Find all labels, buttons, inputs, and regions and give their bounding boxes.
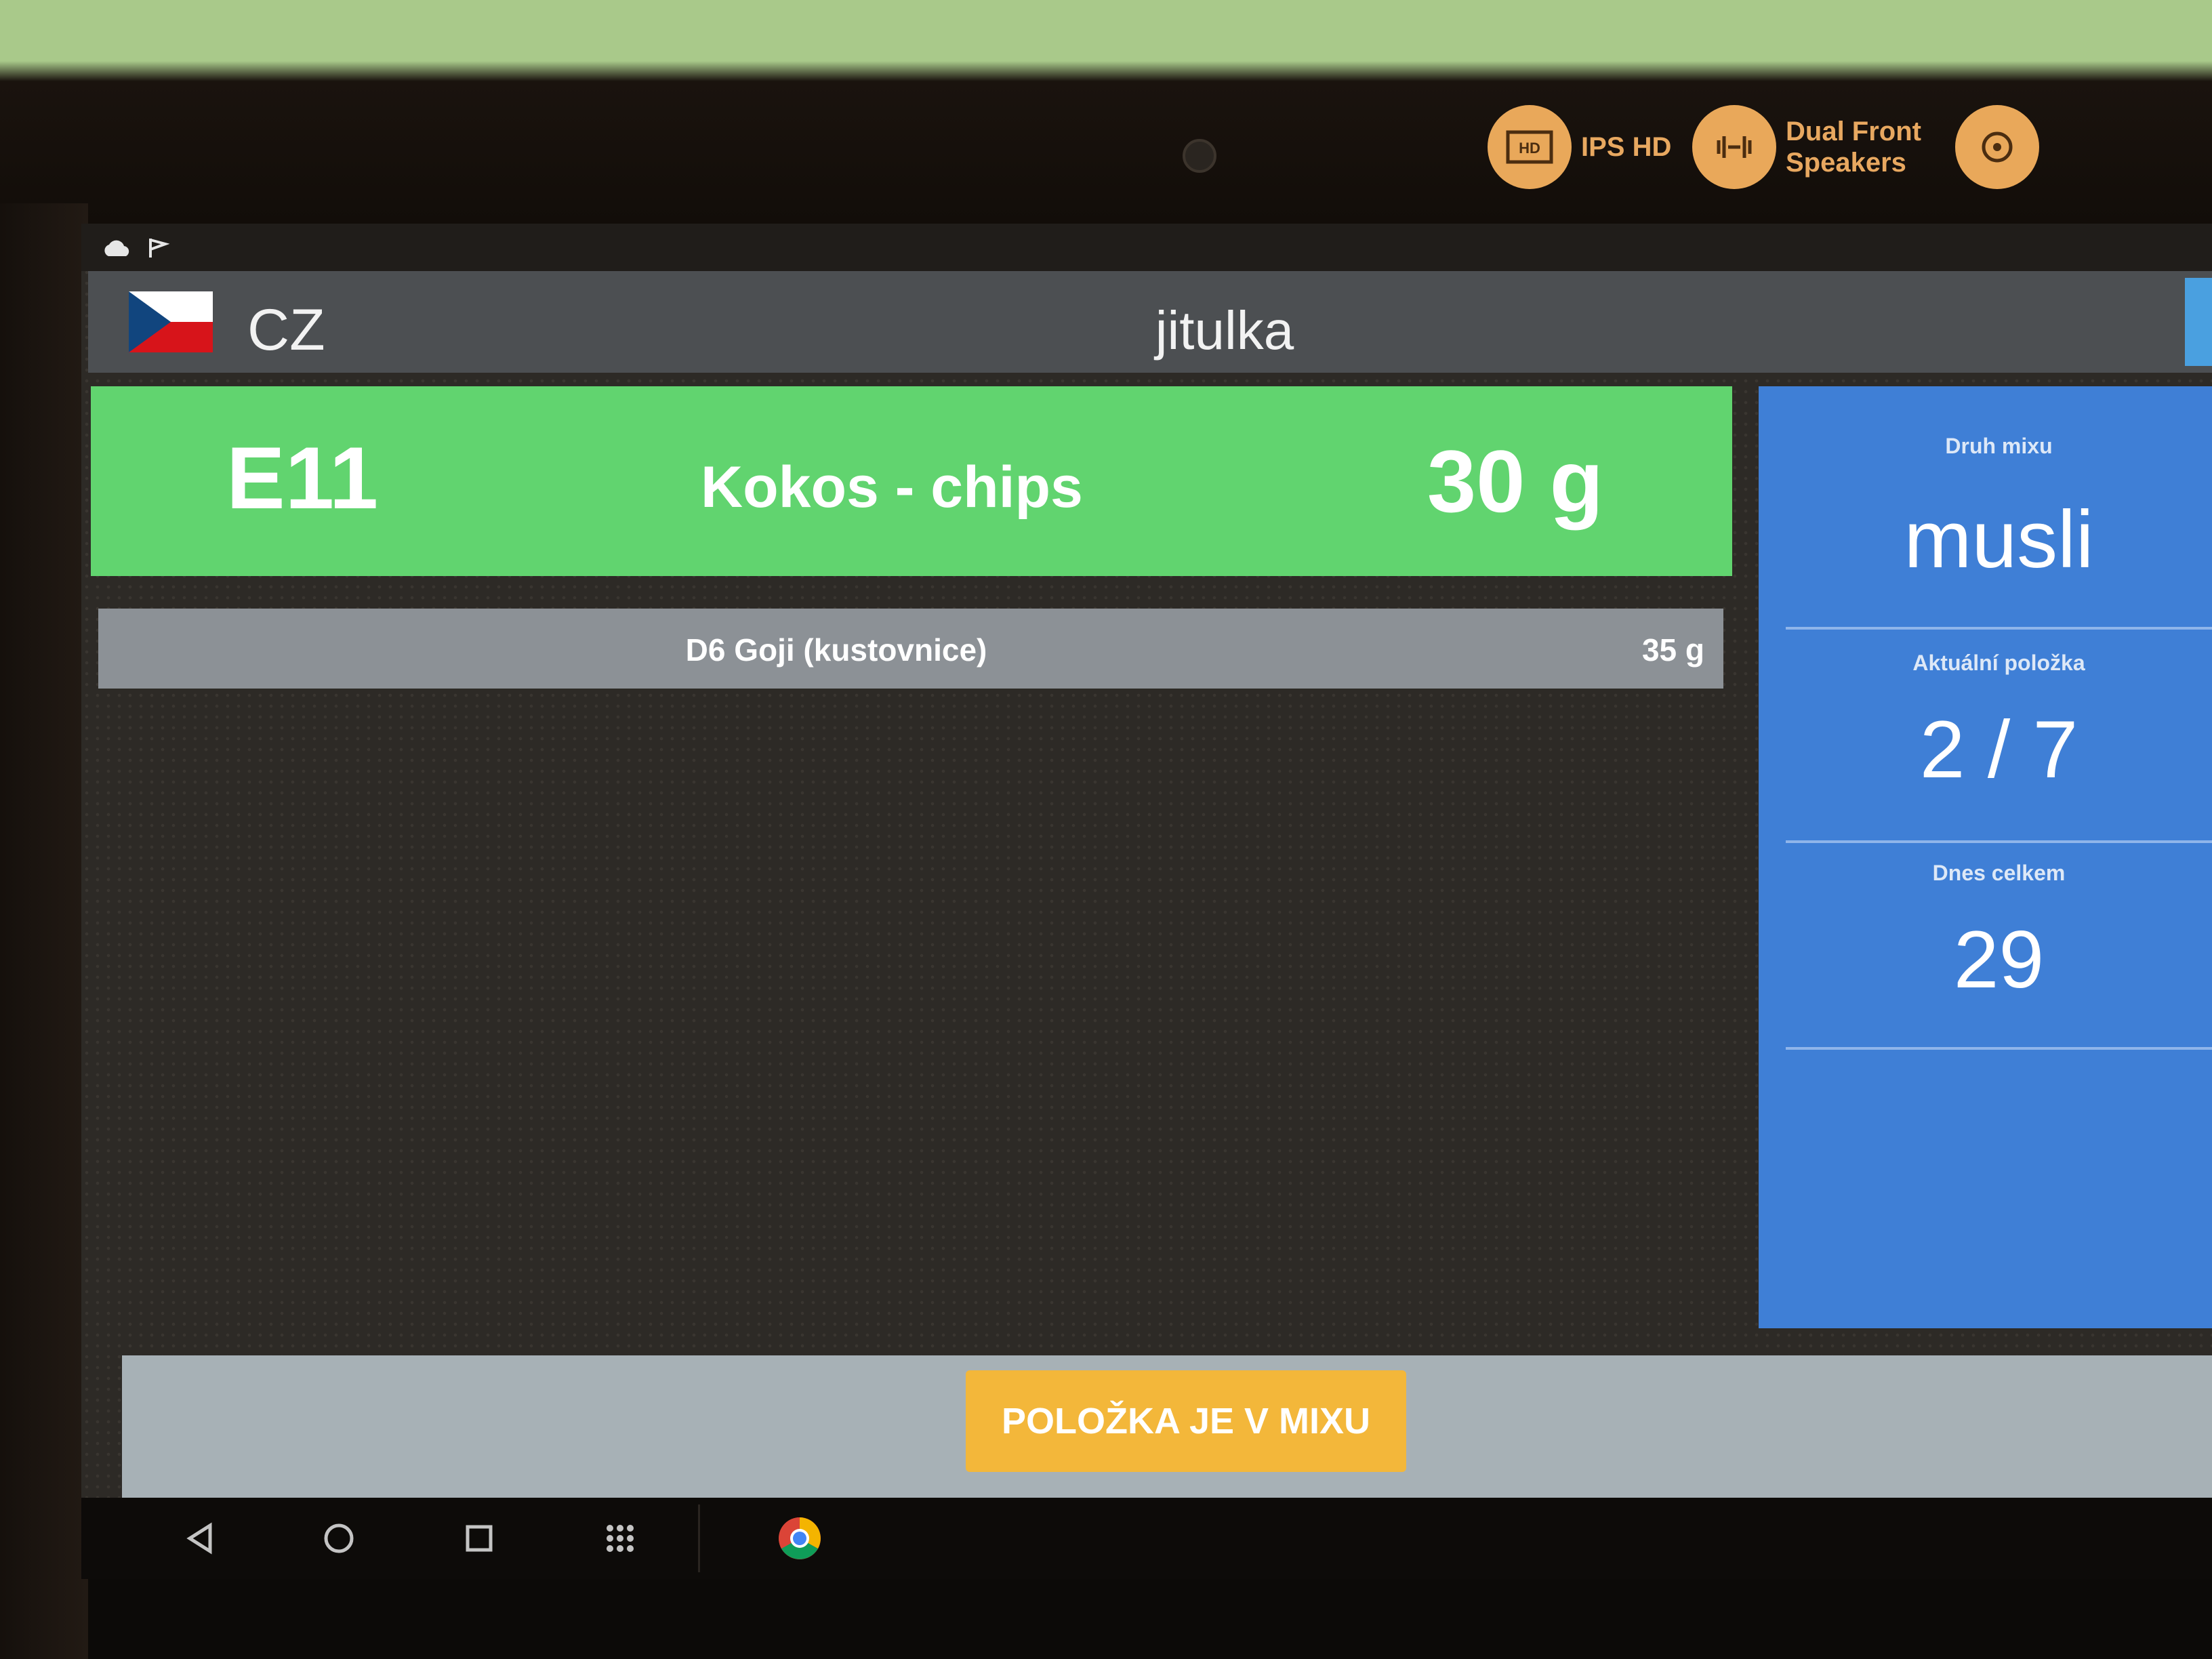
info-divider xyxy=(1786,627,2212,630)
cloud-icon xyxy=(104,240,129,256)
current-position-block: Aktuální položka 2 / 7 xyxy=(1786,651,2212,796)
apps-grid-icon[interactable] xyxy=(600,1518,640,1559)
tablet-bezel-left xyxy=(0,203,88,1659)
camera-sensor-icon xyxy=(1955,105,2039,189)
mix-type-label: Druh mixu xyxy=(1945,434,2053,458)
feature-ips-hd: HD IPS HD xyxy=(1488,105,1671,189)
feature-label: IPS HD xyxy=(1581,132,1672,162)
next-item-weight: 35 g xyxy=(1641,632,1704,668)
feature-speakers: Dual Front Speakers xyxy=(1692,105,1935,189)
app-header: CZ jitulka xyxy=(88,271,2212,373)
app-screen: CZ jitulka E11 Kokos - chips 30 g D6 Goj… xyxy=(81,224,2212,1511)
next-item-row: D6 Goji (kustovnice) 35 g xyxy=(98,609,1723,689)
hd-screen-icon: HD xyxy=(1488,105,1572,189)
current-item-name: Kokos - chips xyxy=(701,455,1083,520)
feature-third xyxy=(1955,105,2039,189)
current-item-code: E11 xyxy=(226,428,379,527)
recents-icon[interactable] xyxy=(459,1518,499,1559)
header-accent xyxy=(2185,278,2212,366)
current-position-value: 2 / 7 xyxy=(1919,704,2078,795)
navbar-divider xyxy=(698,1504,700,1572)
status-bar xyxy=(81,224,2212,271)
system-navigation-bar xyxy=(81,1498,2212,1579)
mix-type-block: Druh mixu musli xyxy=(1786,434,2212,586)
mix-info-panel: Druh mixu musli Aktuální položka 2 / 7 D… xyxy=(1759,386,2212,1328)
info-divider xyxy=(1786,840,2212,843)
current-position-label: Aktuální položka xyxy=(1912,651,2085,675)
mix-type-value: musli xyxy=(1904,494,2094,585)
today-total-value: 29 xyxy=(1953,914,2045,1005)
home-icon[interactable] xyxy=(319,1518,359,1559)
action-bar: POLOŽKA JE V MIXU xyxy=(122,1355,2212,1498)
today-total-block: Dnes celkem 29 xyxy=(1786,861,2212,1006)
speaker-icon xyxy=(1692,105,1776,189)
next-item-name: D6 Goji (kustovnice) xyxy=(685,632,987,668)
chrome-icon[interactable] xyxy=(776,1515,823,1562)
item-in-mix-button[interactable]: POLOŽKA JE V MIXU xyxy=(966,1370,1406,1472)
front-camera xyxy=(1183,139,1216,173)
current-item-card: E11 Kokos - chips 30 g xyxy=(91,386,1732,576)
feature-label: Dual Front Speakers xyxy=(1786,117,1921,178)
info-divider xyxy=(1786,1047,2212,1050)
svg-text:HD: HD xyxy=(1519,140,1540,157)
back-icon[interactable] xyxy=(180,1518,220,1559)
username: jitulka xyxy=(1155,300,1294,361)
current-item-weight: 30 g xyxy=(1427,432,1603,531)
flag-icon xyxy=(149,239,169,258)
today-total-label: Dnes celkem xyxy=(1932,861,2066,885)
